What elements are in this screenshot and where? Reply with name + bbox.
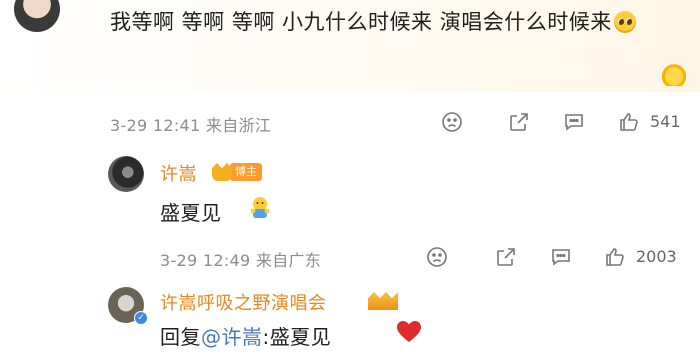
- badge-icon: [660, 62, 688, 86]
- blogger-badge: 博主: [212, 162, 262, 182]
- post-text-content: 我等啊 等啊 等啊 小九什么时候来 演唱会什么时候来: [110, 10, 612, 34]
- dislike-face-icon[interactable]: [440, 110, 464, 134]
- reply2-username[interactable]: 许嵩呼吸之野演唱会: [160, 289, 327, 315]
- reply1-text: 盛夏见: [160, 201, 222, 225]
- post-meta: 3-29 12:41 来自浙江: [110, 112, 271, 136]
- reply2-text: 回复@许嵩:盛夏见: [160, 321, 331, 350]
- reply1-username[interactable]: 许嵩: [160, 160, 197, 186]
- share-icon[interactable]: [507, 110, 531, 134]
- like-thumb-icon[interactable]: [617, 110, 641, 134]
- reply1-comment-icon[interactable]: [549, 245, 573, 269]
- pleading-face-emoji-icon: [613, 11, 636, 33]
- holding-emoji-icon: [250, 197, 270, 218]
- mention-link[interactable]: @许嵩: [201, 325, 263, 349]
- crown-icon: [368, 292, 398, 310]
- reply1-location: 来自广东: [255, 251, 322, 270]
- reply2-message: :盛夏见: [262, 325, 332, 349]
- blogger-badge-label: 博主: [230, 163, 262, 181]
- post-like-count: 541: [650, 112, 681, 131]
- reply1-share-icon[interactable]: [494, 245, 518, 269]
- reply1-avatar[interactable]: [108, 156, 144, 192]
- reply1-like-count: 2003: [636, 247, 677, 266]
- post-location: 来自浙江: [205, 116, 272, 135]
- reply1-dislike-face-icon[interactable]: [425, 245, 449, 269]
- post-time: 3-29 12:41: [110, 116, 201, 135]
- reply1-like-thumb-icon[interactable]: [603, 245, 627, 269]
- post-text: 我等啊 等啊 等啊 小九什么时候来 演唱会什么时候来: [110, 4, 670, 40]
- red-heart-icon: [397, 321, 421, 342]
- verified-icon: ✓: [134, 311, 148, 325]
- reply1-time: 3-29 12:49: [160, 251, 251, 270]
- comment-icon[interactable]: [562, 110, 586, 134]
- reply-prefix: 回复: [160, 325, 201, 349]
- crown-icon: [212, 163, 232, 181]
- reply1-meta: 3-29 12:49 来自广东: [160, 247, 321, 271]
